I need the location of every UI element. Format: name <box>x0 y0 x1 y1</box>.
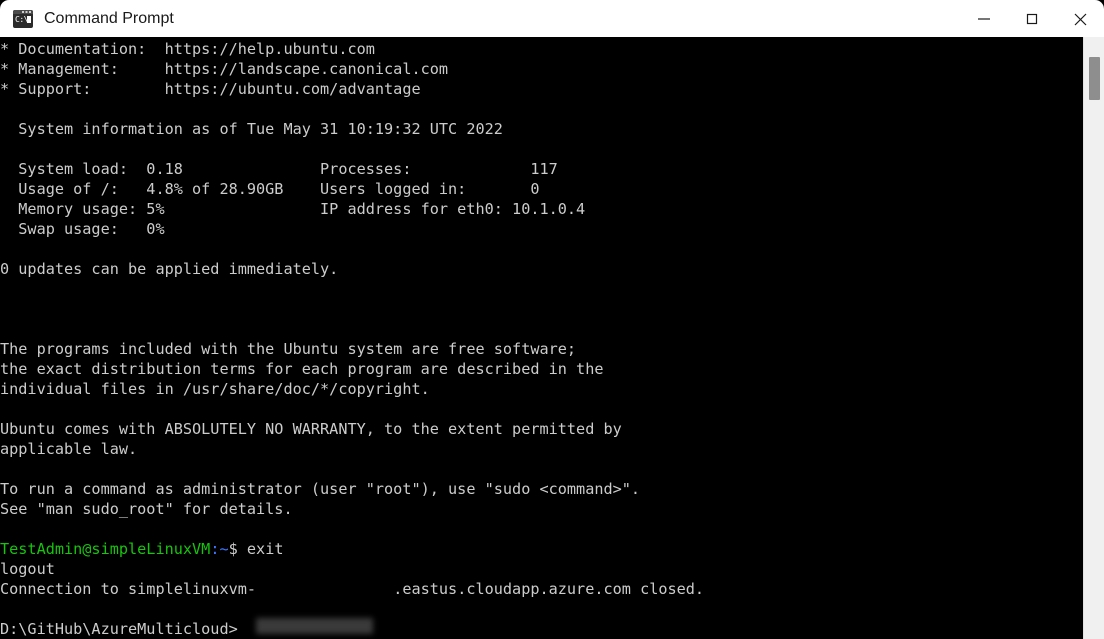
terminal-line: Usage of /: 4.8% of 28.90GB Users logged… <box>0 180 540 198</box>
terminal-line: * Support: https://ubuntu.com/advantage <box>0 80 421 98</box>
logout-line: logout <box>0 560 55 578</box>
minimize-icon <box>978 18 990 20</box>
terminal-line: System load: 0.18 Processes: 117 <box>0 160 558 178</box>
icon-cursor <box>27 16 31 23</box>
terminal-output-area[interactable]: * Documentation: https://help.ubuntu.com… <box>0 37 1083 639</box>
shell-prompt-line: TestAdmin@simpleLinuxVM:~$ exit <box>0 539 1083 559</box>
terminal-line: Ubuntu comes with ABSOLUTELY NO WARRANTY… <box>0 420 622 438</box>
window-title: Command Prompt <box>44 10 174 27</box>
maximize-icon <box>1026 13 1038 25</box>
command-prompt-window: C:\ Command Prompt * Documentation: http… <box>0 0 1104 639</box>
maximize-button[interactable] <box>1008 0 1056 38</box>
terminal-line: Swap usage: 0% <box>0 220 165 238</box>
vertical-scrollbar[interactable] <box>1083 37 1104 639</box>
terminal-lines: * Documentation: https://help.ubuntu.com… <box>0 39 1083 639</box>
terminal-line: applicable law. <box>0 440 138 458</box>
prompt-command: exit <box>237 540 284 558</box>
title-bar-left: C:\ Command Prompt <box>0 10 960 28</box>
window-controls <box>960 0 1104 38</box>
close-button[interactable] <box>1056 0 1104 38</box>
redacted-hostname <box>256 580 393 598</box>
terminal-line: individual files in /usr/share/doc/*/cop… <box>0 380 430 398</box>
icon-title-dots <box>22 11 31 13</box>
terminal-line: * Management: https://landscape.canonica… <box>0 60 449 78</box>
connection-suffix: .eastus.cloudapp.azure.com closed. <box>393 580 705 598</box>
terminal-line: * Documentation: https://help.ubuntu.com <box>0 40 375 58</box>
connection-closed-line: Connection to simplelinuxvm- .eastus.clo… <box>0 579 1083 599</box>
icon-prompt-glyph: C:\ <box>15 15 28 24</box>
prompt-sigil: $ <box>228 540 238 558</box>
connection-prefix: Connection to simplelinuxvm- <box>0 580 257 598</box>
command-prompt-icon: C:\ <box>13 10 33 28</box>
terminal-line: Memory usage: 5% IP address for eth0: 10… <box>0 200 586 218</box>
terminal-line: System information as of Tue May 31 10:1… <box>0 120 503 138</box>
prompt-user-host: TestAdmin@simpleLinuxVM <box>0 540 211 558</box>
terminal-line: the exact distribution terms for each pr… <box>0 360 604 378</box>
title-bar[interactable]: C:\ Command Prompt <box>0 0 1104 38</box>
scrollbar-thumb[interactable] <box>1089 57 1100 100</box>
minimize-button[interactable] <box>960 0 1008 38</box>
terminal-line: The programs included with the Ubuntu sy… <box>0 340 577 358</box>
redaction-overlay <box>256 618 373 634</box>
terminal-line: To run a command as administrator (user … <box>0 480 641 498</box>
terminal-line: 0 updates can be applied immediately. <box>0 260 339 278</box>
local-shell-prompt[interactable]: D:\GitHub\AzureMulticloud> <box>0 619 1083 639</box>
prompt-path: :~ <box>210 540 229 558</box>
terminal-line: See "man sudo_root" for details. <box>0 500 293 518</box>
close-icon <box>1074 13 1086 25</box>
